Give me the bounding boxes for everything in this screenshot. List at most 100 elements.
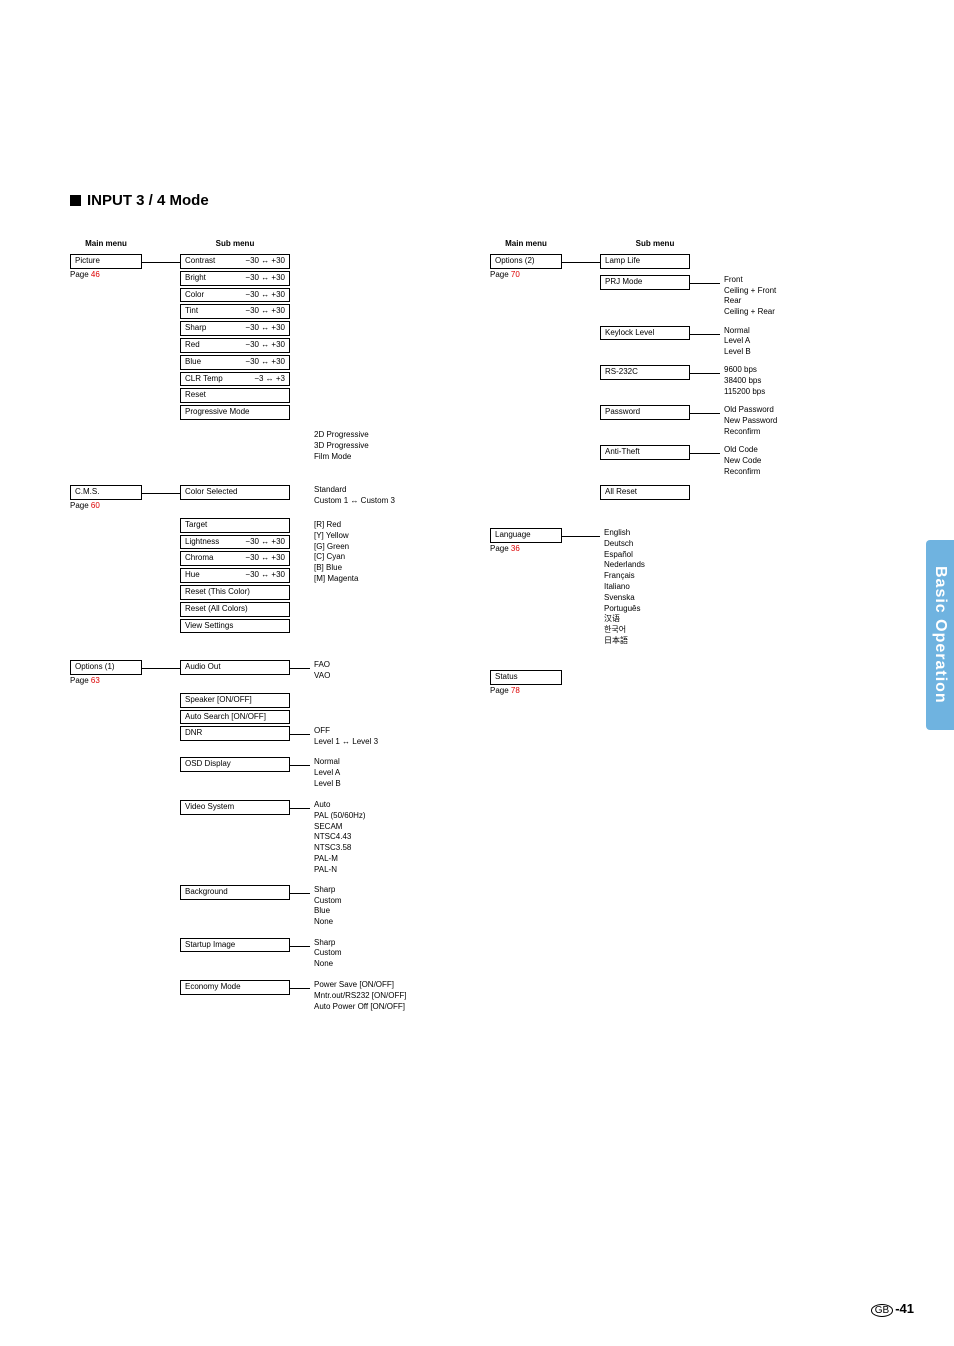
leaf-item: Reconfirm [720,467,830,478]
main-menu-header-right: Main menu [490,240,562,249]
page-link[interactable]: 78 [511,686,520,695]
leaf-item: Sharp [310,885,440,896]
leaf-group: 9600 bps38400 bps115200 bps [720,365,830,397]
leaf-item: PAL-M [310,854,440,865]
submenu-item: Color −30 ↔ +30 [180,288,290,303]
sub-menu-header-left: Sub menu [180,240,290,249]
page-ref: Page 78 [490,687,562,696]
leaf-item: New Password [720,416,830,427]
leaf-item: VAO [310,671,440,682]
leaf-item: SECAM [310,822,440,833]
submenu-item: Background [180,885,290,900]
leaf-item: Auto [310,800,440,811]
submenu-item: Red−30 ↔ +30 [180,338,290,353]
submenu-label: Tint [185,307,198,316]
leaf-item: Level A [310,768,440,779]
leaf-item: Normal [310,757,440,768]
leaf-group: OFFLevel 1 ↔ Level 3 [310,726,440,748]
submenu-item: Economy Mode [180,980,290,995]
leaf-item: FAO [310,660,440,671]
leaf-group: 2D Progressive3D ProgressiveFilm Mode [310,430,410,462]
page-link[interactable]: 63 [91,676,100,685]
submenu-item: Password [600,405,690,420]
range-value: −30 ↔ +30 [245,307,285,316]
submenu-item: Audio Out [180,660,290,675]
leaf-item: English [600,528,700,539]
submenu-label: Blue [185,358,201,367]
submenu-label: Speaker [ON/OFF] [185,696,252,705]
page-link[interactable]: 70 [511,270,520,279]
leaf-group: FAOVAO [310,660,440,682]
leaf-item: Mntr.out/RS232 [ON/OFF] [310,991,440,1002]
submenu-label: Chroma [185,554,213,563]
submenu-item: View Settings [180,619,290,634]
leaf-item: Level B [720,347,830,358]
leaf-item: Old Code [720,445,830,456]
submenu-label: Background [185,888,228,897]
submenu-label: Auto Search [ON/OFF] [185,713,266,722]
range-value: −30 ↔ +30 [245,341,285,350]
page-number: -41 [895,1301,914,1316]
leaf-item: Auto Power Off [ON/OFF] [310,1002,440,1013]
submenu-item: Keylock Level [600,326,690,341]
leaf-item: Level A [720,336,830,347]
submenu-label: Audio Out [185,663,221,672]
leaf-item: [M] Magenta [310,574,410,585]
submenu-item: OSD Display [180,757,290,772]
submenu-label: Contrast [185,257,215,266]
leaf-item: Ceiling + Front [720,286,830,297]
submenu-label: Bright [185,274,206,283]
page-link[interactable]: 36 [511,544,520,553]
leaf-item: Front [720,275,830,286]
submenu-label: Economy Mode [185,983,241,992]
leaf-item: Svenska [600,593,700,604]
leaf-item: 115200 bps [720,387,830,398]
leaf-item: Nederlands [600,560,700,571]
submenu-item: Contrast−30 ↔ +30 [180,254,290,269]
page-link[interactable]: 60 [91,501,100,510]
submenu-item: Speaker [ON/OFF] [180,693,290,708]
leaf-item: Português [600,604,700,615]
sub-menu-header-right: Sub menu [600,240,710,249]
submenu-label: Color [185,291,204,300]
submenu-item: Startup Image [180,938,290,953]
main-menu-header-left: Main menu [70,240,142,249]
submenu-label: Sharp [185,324,206,333]
square-bullet-icon [70,195,81,206]
leaf-item: 汉语 [600,614,700,625]
leaf-item: 38400 bps [720,376,830,387]
leaf-item: [B] Blue [310,563,410,574]
range-value: −30 ↔ +30 [245,291,285,300]
submenu-label: Hue [185,571,200,580]
submenu-item: Anti-Theft [600,445,690,460]
submenu-item: Sharp −30 ↔ +30 [180,321,290,336]
range-value: −30 ↔ +30 [245,324,285,333]
leaf-item: 日本語 [600,636,700,647]
leaf-item: PAL (50/60Hz) [310,811,440,822]
leaf-item: Standard [310,485,430,496]
submenu-item: Video System [180,800,290,815]
submenu-item: Chroma −30 ↔ +30 [180,551,290,566]
side-tab: Basic Operation [926,540,954,730]
leaf-group: NormalLevel ALevel B [310,757,440,789]
range-value: −30 ↔ +30 [245,554,285,563]
submenu-label: Lightness [185,538,219,547]
menu-label: C.M.S. [75,487,99,496]
submenu-item: Progressive Mode [180,405,290,420]
leaf-item: Reconfirm [720,427,830,438]
leaf-item: [Y] Yellow [310,531,410,542]
leaf-group: SharpCustomNone [310,938,440,970]
submenu-label: Reset [185,391,206,400]
leaf-item: OFF [310,726,440,737]
leaf-group: Power Save [ON/OFF]Mntr.out/RS232 [ON/OF… [310,980,440,1012]
submenu-item: Hue−30 ↔ +30 [180,568,290,583]
leaf-item: Custom [310,896,440,907]
leaf-item: Español [600,550,700,561]
range-value: −30 ↔ +30 [245,358,285,367]
leaf-item: Normal [720,326,830,337]
page-link[interactable]: 46 [91,270,100,279]
leaf-item: NTSC4.43 [310,832,440,843]
submenu-item: Reset (This Color) [180,585,290,600]
leaf-item: Rear [720,296,830,307]
range-value: −30 ↔ +30 [245,538,285,547]
